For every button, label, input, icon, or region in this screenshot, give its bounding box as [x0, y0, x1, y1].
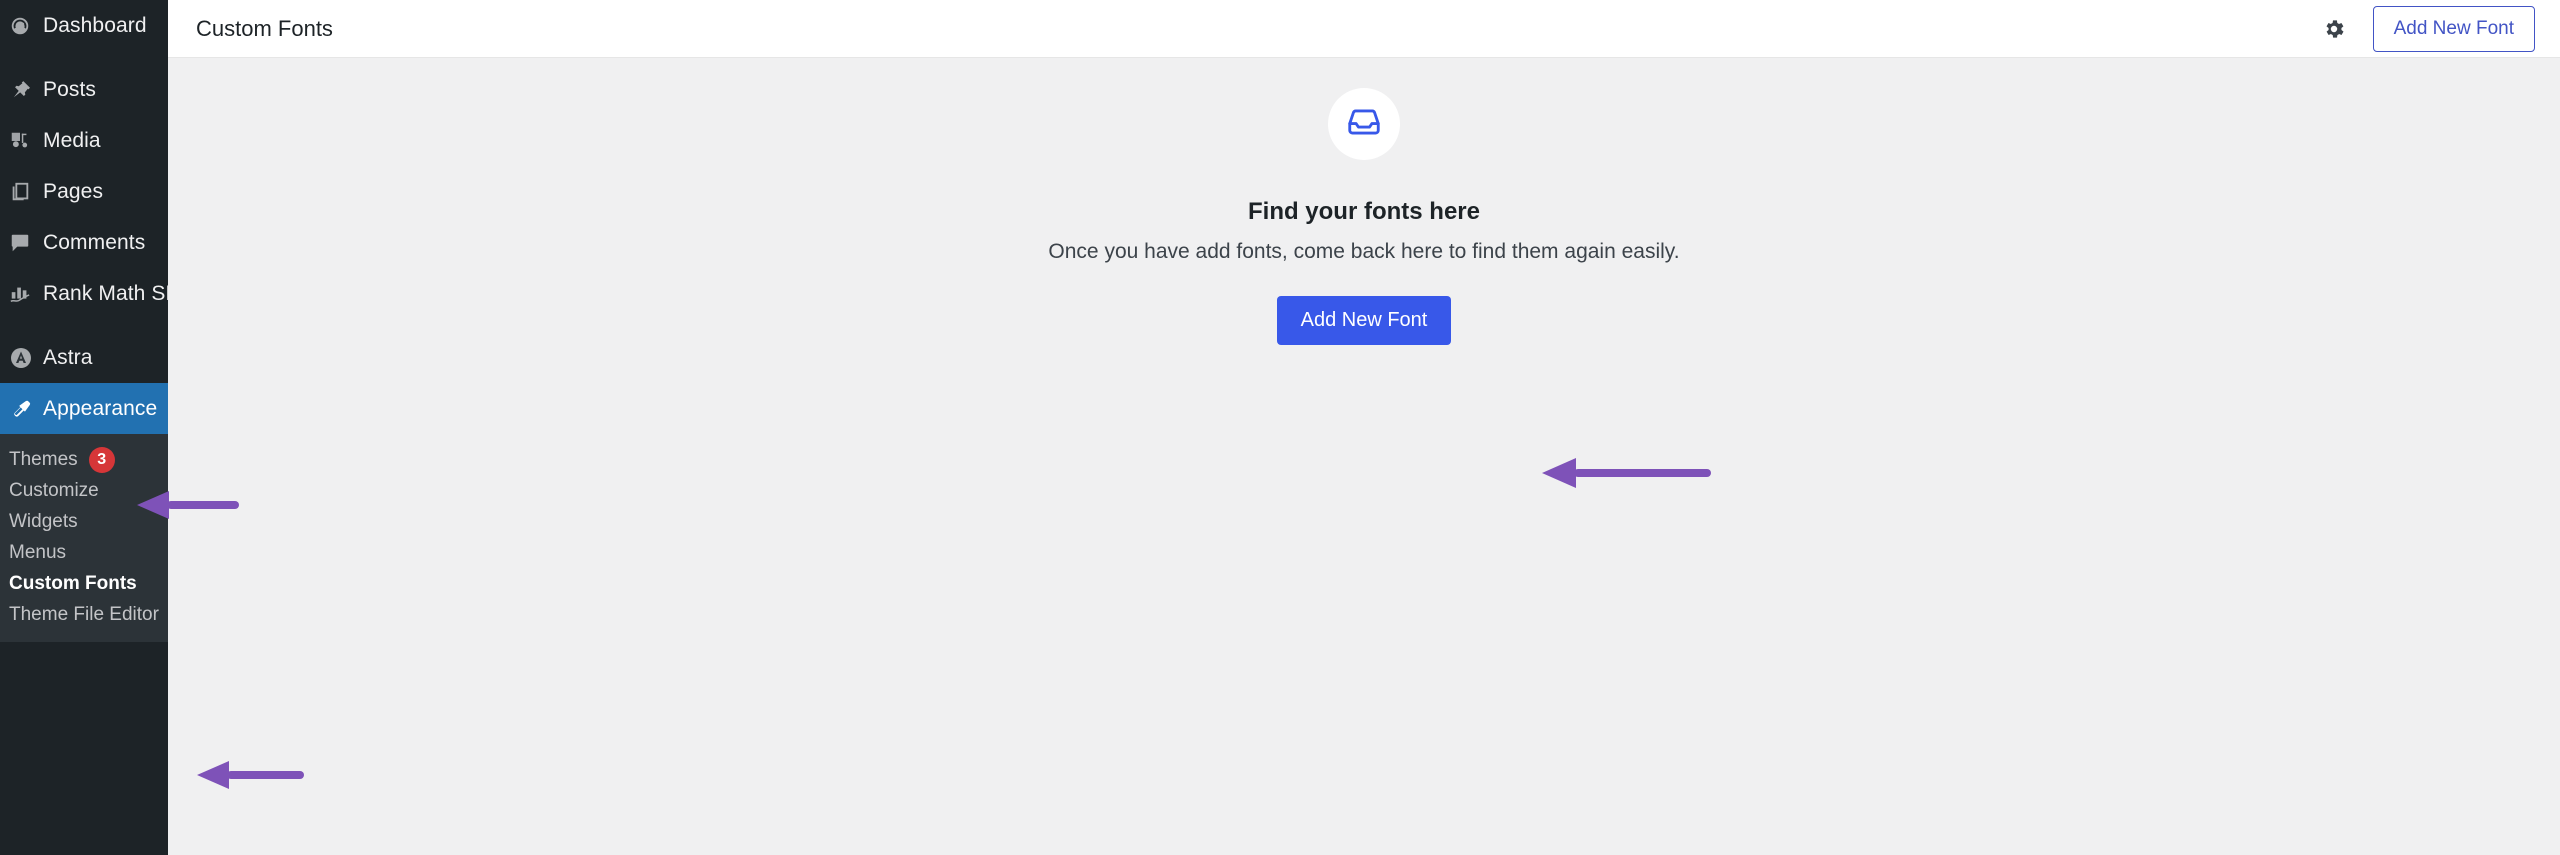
- sidebar-item-label: Pages: [43, 179, 104, 203]
- submenu-item-customize[interactable]: Customize: [0, 475, 168, 506]
- rank-math-icon: [9, 283, 43, 305]
- sidebar-item-pages[interactable]: Pages: [0, 166, 168, 217]
- empty-state-icon-circle: [1328, 88, 1400, 160]
- sidebar-item-appearance[interactable]: Appearance: [0, 383, 168, 434]
- sidebar-item-comments[interactable]: Comments: [0, 217, 168, 268]
- sidebar-divider: [0, 51, 168, 64]
- submenu-item-label: Widgets: [9, 510, 78, 532]
- submenu-item-themes[interactable]: Themes 3: [0, 444, 168, 475]
- sidebar-item-dashboard[interactable]: Dashboard: [0, 0, 168, 51]
- submenu-item-theme-file-editor[interactable]: Theme File Editor: [0, 599, 168, 630]
- inbox-icon: [1345, 103, 1383, 146]
- pin-icon: [9, 79, 43, 101]
- empty-state: Find your fonts here Once you have add f…: [168, 58, 2560, 855]
- empty-state-description: Once you have add fonts, come back here …: [1048, 240, 1680, 263]
- comments-icon: [9, 232, 43, 254]
- sidebar-item-label: Comments: [43, 230, 146, 254]
- sidebar-item-label: Rank Math SEO: [43, 281, 197, 305]
- submenu-item-label: Menus: [9, 541, 67, 563]
- themes-update-badge: 3: [88, 446, 115, 473]
- paintbrush-icon: [9, 398, 43, 420]
- submenu-item-label: Custom Fonts: [9, 572, 137, 594]
- empty-state-title: Find your fonts here: [1247, 198, 1480, 225]
- admin-sidebar: Dashboard Posts Media Pages Comments Ran…: [0, 0, 196, 855]
- sidebar-divider: [0, 319, 168, 332]
- gear-icon[interactable]: [2317, 12, 2351, 46]
- sidebar-item-label: Posts: [43, 77, 97, 101]
- main-area: Custom Fonts Add New Font Find your font…: [168, 0, 2560, 855]
- sidebar-item-rank-math-seo[interactable]: Rank Math SEO: [0, 268, 196, 319]
- page-header: Custom Fonts Add New Font: [168, 0, 2560, 58]
- admin-page: Dashboard Posts Media Pages Comments Ran…: [0, 0, 2560, 855]
- submenu-item-label: Theme File Editor: [9, 603, 159, 625]
- astra-icon: [9, 346, 43, 370]
- sidebar-item-media[interactable]: Media: [0, 115, 168, 166]
- sidebar-item-label: Appearance: [43, 396, 158, 420]
- sidebar-item-label: Astra: [43, 345, 93, 369]
- sidebar-item-posts[interactable]: Posts: [0, 64, 168, 115]
- pages-icon: [9, 181, 43, 203]
- media-icon: [9, 130, 43, 152]
- sidebar-item-astra[interactable]: Astra: [0, 332, 168, 383]
- add-new-font-button[interactable]: Add New Font: [1276, 296, 1452, 345]
- submenu-item-label: Customize: [9, 479, 99, 501]
- dashboard-icon: [9, 15, 43, 37]
- add-new-font-header-button[interactable]: Add New Font: [2372, 5, 2535, 52]
- sidebar-group-primary: Dashboard Posts Media Pages Comments Ran…: [0, 0, 196, 434]
- appearance-submenu: Themes 3 Customize Widgets Menus Custom …: [0, 434, 168, 642]
- submenu-item-menus[interactable]: Menus: [0, 537, 168, 568]
- submenu-item-widgets[interactable]: Widgets: [0, 506, 168, 537]
- submenu-item-custom-fonts[interactable]: Custom Fonts: [0, 568, 168, 599]
- sidebar-item-label: Dashboard: [43, 13, 147, 37]
- sidebar-item-label: Media: [43, 128, 101, 152]
- submenu-item-label: Themes: [9, 448, 78, 470]
- page-title: Custom Fonts: [196, 15, 333, 41]
